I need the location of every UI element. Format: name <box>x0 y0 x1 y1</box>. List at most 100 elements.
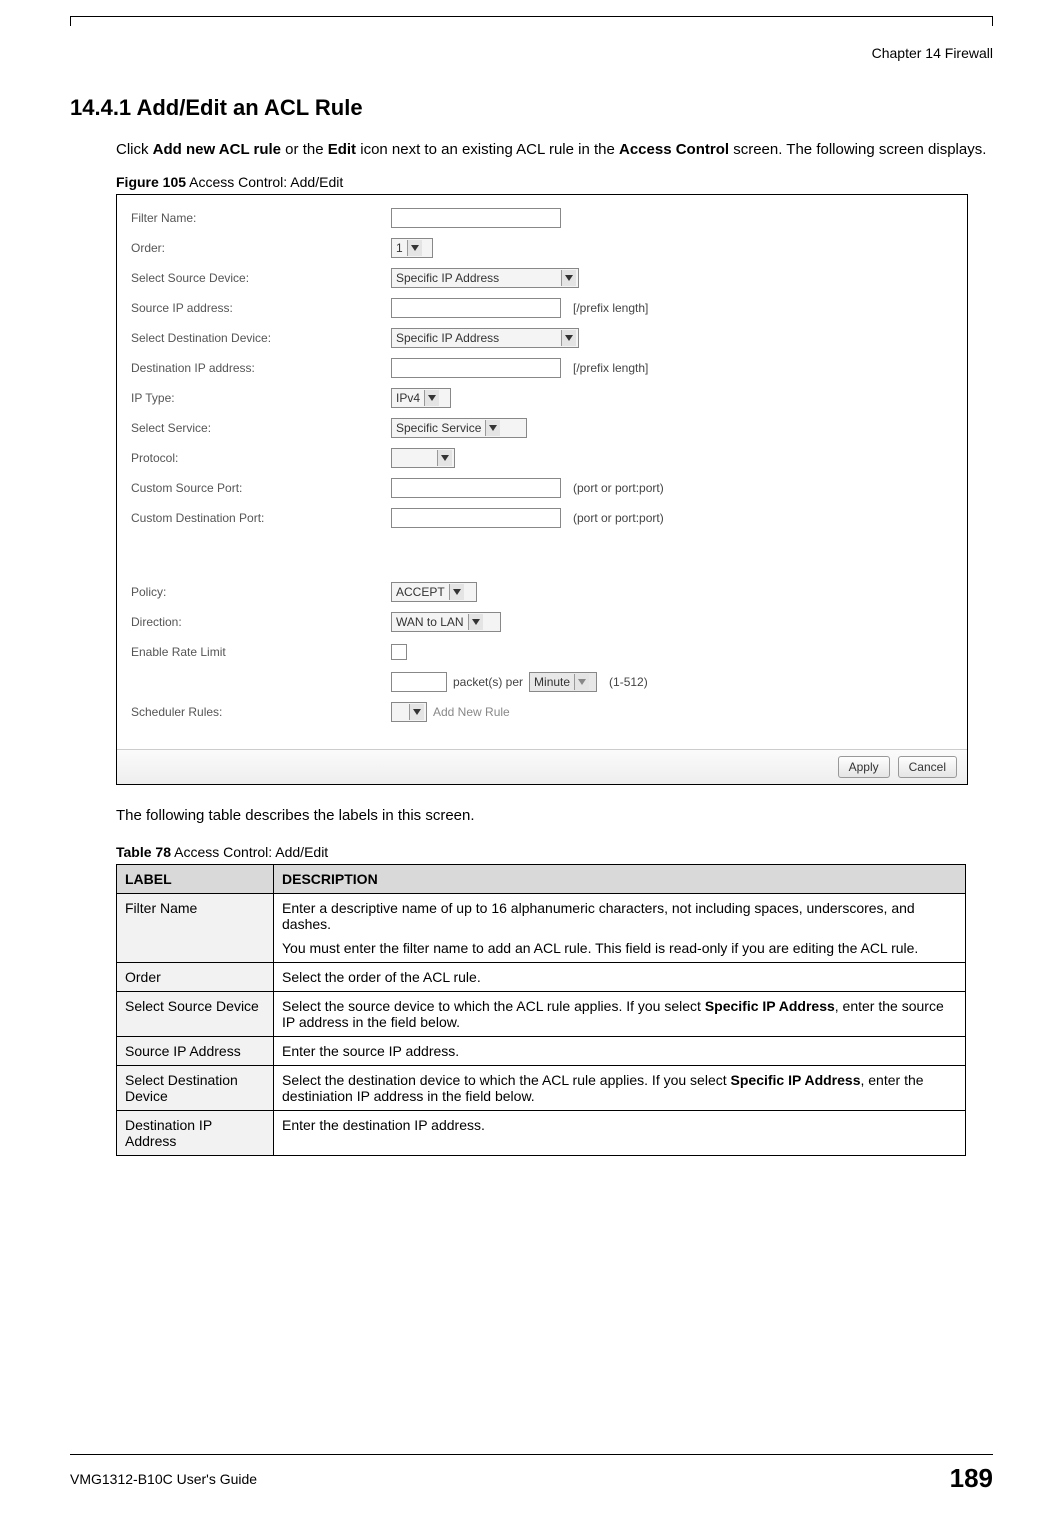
chevron-down-icon <box>409 704 424 720</box>
protocol-label: Protocol: <box>131 451 391 465</box>
table-caption: Table 78 Access Control: Add/Edit <box>116 844 993 860</box>
service-label: Select Service: <box>131 421 391 435</box>
table-row: Source IP AddressEnter the source IP add… <box>117 1037 966 1066</box>
table-label: Table 78 <box>116 844 171 860</box>
custom-source-port-suffix: (port or port:port) <box>573 481 664 495</box>
source-ip-label: Source IP address: <box>131 301 391 315</box>
custom-destination-port-suffix: (port or port:port) <box>573 511 664 525</box>
filter-name-input[interactable] <box>391 208 561 228</box>
ip-type-label: IP Type: <box>131 391 391 405</box>
policy-value: ACCEPT <box>396 585 449 599</box>
text-bold: Edit <box>328 141 356 158</box>
source-device-value: Specific IP Address <box>396 271 561 285</box>
protocol-select[interactable] <box>391 448 455 468</box>
add-new-rule-link[interactable]: Add New Rule <box>433 705 510 719</box>
custom-source-port-label: Custom Source Port: <box>131 481 391 495</box>
after-figure-text: The following table describes the labels… <box>116 805 993 826</box>
chevron-down-icon <box>468 614 483 630</box>
table-row-label: Select Destination Device <box>117 1066 274 1111</box>
direction-select[interactable]: WAN to LAN <box>391 612 501 632</box>
table-row-description: Enter the destination IP address. <box>274 1111 966 1156</box>
footer-guide-name: VMG1312-B10C User's Guide <box>70 1471 257 1487</box>
table-row-label: Order <box>117 963 274 992</box>
table-row-description: Enter a descriptive name of up to 16 alp… <box>274 894 966 963</box>
destination-ip-suffix: [/prefix length] <box>573 361 648 375</box>
source-device-select[interactable]: Specific IP Address <box>391 268 579 288</box>
table-row-label: Select Source Device <box>117 992 274 1037</box>
scheduler-select[interactable] <box>391 702 427 722</box>
rate-limit-label: Enable Rate Limit <box>131 645 391 659</box>
destination-ip-label: Destination IP address: <box>131 361 391 375</box>
chevron-down-icon <box>424 390 439 406</box>
text: or the <box>281 141 328 158</box>
table-row-description: Select the source device to which the AC… <box>274 992 966 1037</box>
section-title: 14.4.1 Add/Edit an ACL Rule <box>70 95 993 121</box>
rate-limit-value-input[interactable] <box>391 672 447 692</box>
order-label: Order: <box>131 241 391 255</box>
destination-ip-input[interactable] <box>391 358 561 378</box>
figure-label: Figure 105 <box>116 174 186 190</box>
rate-limit-unit-value: Minute <box>534 675 574 689</box>
scheduler-label: Scheduler Rules: <box>131 705 391 719</box>
direction-value: WAN to LAN <box>396 615 468 629</box>
rate-limit-mid-text: packet(s) per <box>453 675 523 689</box>
table-title: Access Control: Add/Edit <box>171 844 328 860</box>
policy-label: Policy: <box>131 585 391 599</box>
order-select-value: 1 <box>396 241 407 255</box>
ip-type-select[interactable]: IPv4 <box>391 388 451 408</box>
table-header-label: LABEL <box>117 865 274 894</box>
custom-destination-port-label: Custom Destination Port: <box>131 511 391 525</box>
destination-device-select[interactable]: Specific IP Address <box>391 328 579 348</box>
rate-limit-checkbox[interactable] <box>391 644 407 660</box>
source-ip-suffix: [/prefix length] <box>573 301 648 315</box>
table-row-label: Source IP Address <box>117 1037 274 1066</box>
chevron-down-icon <box>561 270 576 286</box>
description-table: LABEL DESCRIPTION Filter NameEnter a des… <box>116 864 966 1156</box>
order-select[interactable]: 1 <box>391 238 433 258</box>
chevron-down-icon <box>485 420 500 436</box>
cancel-button[interactable]: Cancel <box>898 756 957 778</box>
service-value: Specific Service <box>396 421 485 435</box>
ip-type-value: IPv4 <box>396 391 424 405</box>
footer-page-number: 189 <box>950 1463 993 1494</box>
rate-limit-unit-select[interactable]: Minute <box>529 672 597 692</box>
table-header-description: DESCRIPTION <box>274 865 966 894</box>
custom-destination-port-input[interactable] <box>391 508 561 528</box>
text-bold: Access Control <box>619 141 729 158</box>
chevron-down-icon <box>561 330 576 346</box>
source-ip-input[interactable] <box>391 298 561 318</box>
table-row-description: Select the order of the ACL rule. <box>274 963 966 992</box>
policy-select[interactable]: ACCEPT <box>391 582 477 602</box>
table-row-label: Destination IP Address <box>117 1111 274 1156</box>
service-select[interactable]: Specific Service <box>391 418 527 438</box>
text: Click <box>116 141 153 158</box>
table-row-description: Select the destination device to which t… <box>274 1066 966 1111</box>
table-row: Select Destination DeviceSelect the dest… <box>117 1066 966 1111</box>
direction-label: Direction: <box>131 615 391 629</box>
chevron-down-icon <box>574 674 589 690</box>
table-row-label: Filter Name <box>117 894 274 963</box>
chevron-down-icon <box>437 450 452 466</box>
table-row-description: Enter the source IP address. <box>274 1037 966 1066</box>
screenshot-panel: Filter Name: Order: 1 Select Source Devi… <box>116 194 968 785</box>
chevron-down-icon <box>407 240 422 256</box>
figure-caption: Figure 105 Access Control: Add/Edit <box>116 174 993 190</box>
table-row: OrderSelect the order of the ACL rule. <box>117 963 966 992</box>
source-device-label: Select Source Device: <box>131 271 391 285</box>
intro-paragraph: Click Add new ACL rule or the Edit icon … <box>116 139 993 160</box>
rate-limit-range-text: (1-512) <box>609 675 648 689</box>
destination-device-value: Specific IP Address <box>396 331 561 345</box>
figure-title: Access Control: Add/Edit <box>186 174 343 190</box>
table-row: Filter NameEnter a descriptive name of u… <box>117 894 966 963</box>
apply-button[interactable]: Apply <box>838 756 890 778</box>
table-row: Select Source DeviceSelect the source de… <box>117 992 966 1037</box>
custom-source-port-input[interactable] <box>391 478 561 498</box>
destination-device-label: Select Destination Device: <box>131 331 391 345</box>
text-bold: Add new ACL rule <box>153 141 281 158</box>
chevron-down-icon <box>449 584 464 600</box>
table-row: Destination IP AddressEnter the destinat… <box>117 1111 966 1156</box>
filter-name-label: Filter Name: <box>131 211 391 225</box>
chapter-header: Chapter 14 Firewall <box>70 45 993 61</box>
text: icon next to an existing ACL rule in the <box>356 141 619 158</box>
text: screen. The following screen displays. <box>729 141 986 158</box>
